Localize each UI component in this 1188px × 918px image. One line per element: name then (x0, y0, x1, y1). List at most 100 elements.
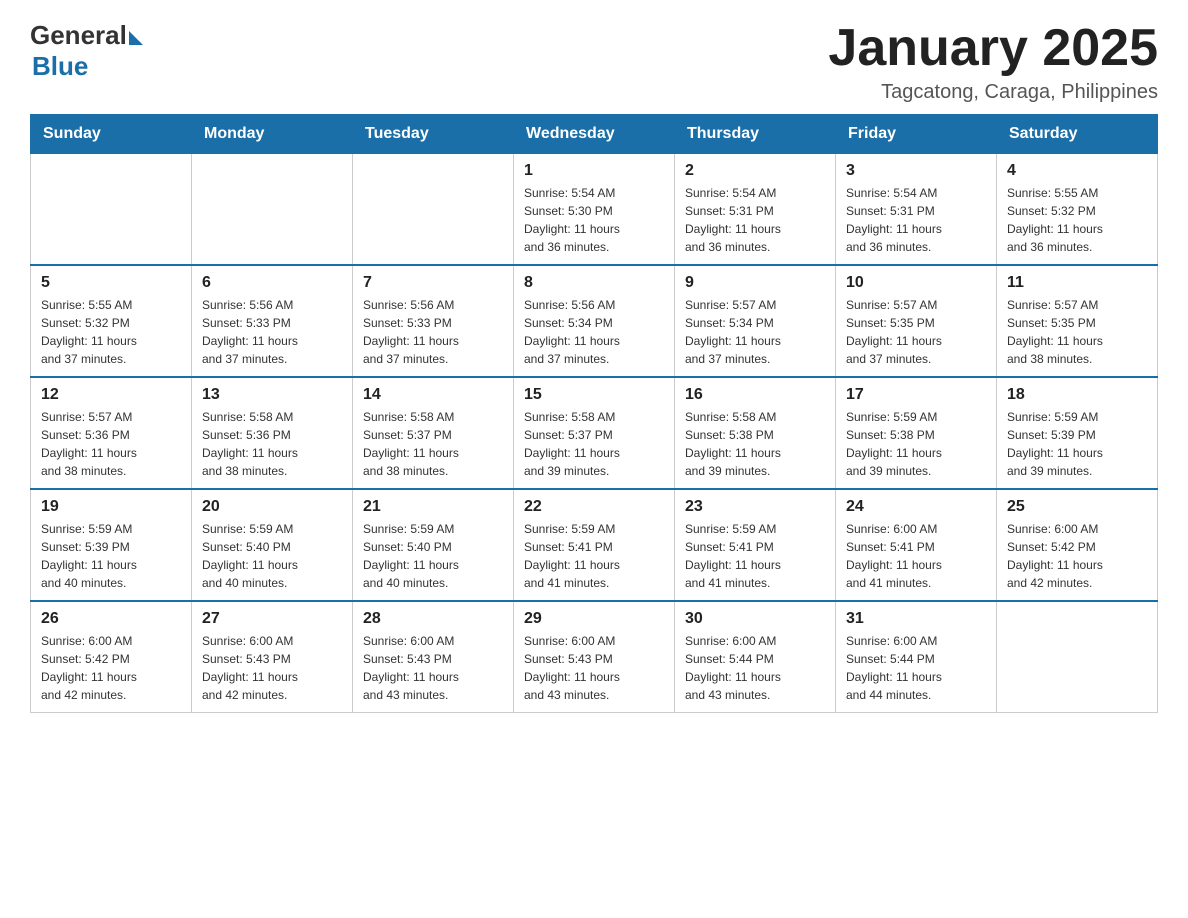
calendar-cell: 7Sunrise: 5:56 AM Sunset: 5:33 PM Daylig… (353, 265, 514, 377)
day-number: 17 (846, 386, 986, 404)
calendar-cell: 19 Sunrise: 5:59 AM Sunset: 5:39 PM Dayli… (31, 489, 192, 601)
day-number: 28 (363, 610, 503, 628)
day-info: Sunrise: 6:00 AM Sunset: 5:43 PM Dayligh… (524, 632, 664, 704)
day-info: Sunrise: 5:55 AM Sunset: 5:32 PM Dayligh… (41, 296, 181, 368)
day-info: Sunrise: 6:00 AM Sunset: 5:41 PM Dayligh… (846, 520, 986, 592)
day-number: 23 (685, 498, 825, 516)
calendar-day-header: Tuesday (353, 115, 514, 154)
day-info: Sunrise: 6:00 AM Sunset: 5:42 PM Dayligh… (1007, 520, 1147, 592)
day-info: Sunrise: 5:57 AM Sunset: 5:36 PM Dayligh… (41, 408, 181, 480)
calendar-cell: 11Sunrise: 5:57 AM Sunset: 5:35 PM Dayli… (997, 265, 1158, 377)
calendar-cell: 2 Sunrise: 5:54 AM Sunset: 5:31 PM Daylig… (675, 154, 836, 266)
calendar-week-row: 5 Sunrise: 5:55 AM Sunset: 5:32 PM Daylig… (31, 265, 1158, 377)
day-info: Sunrise: 5:58 AM Sunset: 5:36 PM Dayligh… (202, 408, 342, 480)
day-number: 26 (41, 610, 181, 628)
day-info: Sunrise: 5:56 AM Sunset: 5:33 PM Dayligh… (363, 296, 503, 368)
day-info: Sunrise: 5:54 AM Sunset: 5:31 PM Dayligh… (685, 184, 825, 256)
day-info: Sunrise: 5:58 AM Sunset: 5:37 PM Dayligh… (524, 408, 664, 480)
day-info: Sunrise: 5:59 AM Sunset: 5:40 PM Dayligh… (363, 520, 503, 592)
calendar-day-header: Friday (836, 115, 997, 154)
calendar-cell: 20 Sunrise: 5:59 AM Sunset: 5:40 PM Dayli… (192, 489, 353, 601)
day-info: Sunrise: 6:00 AM Sunset: 5:42 PM Dayligh… (41, 632, 181, 704)
calendar-cell: 18 Sunrise: 5:59 AM Sunset: 5:39 PM Dayli… (997, 377, 1158, 489)
calendar-cell: 21Sunrise: 5:59 AM Sunset: 5:40 PM Dayli… (353, 489, 514, 601)
day-number: 20 (202, 498, 342, 516)
day-info: Sunrise: 6:00 AM Sunset: 5:43 PM Dayligh… (202, 632, 342, 704)
calendar-day-header: Sunday (31, 115, 192, 154)
day-info: Sunrise: 5:56 AM Sunset: 5:34 PM Dayligh… (524, 296, 664, 368)
day-info: Sunrise: 5:54 AM Sunset: 5:30 PM Dayligh… (524, 184, 664, 256)
calendar-cell: 23 Sunrise: 5:59 AM Sunset: 5:41 PM Dayli… (675, 489, 836, 601)
calendar-week-row: 26 Sunrise: 6:00 AM Sunset: 5:42 PM Dayli… (31, 601, 1158, 713)
calendar-cell: 22 Sunrise: 5:59 AM Sunset: 5:41 PM Dayli… (514, 489, 675, 601)
calendar-cell: 4 Sunrise: 5:55 AM Sunset: 5:32 PM Daylig… (997, 154, 1158, 266)
day-number: 8 (524, 274, 664, 292)
calendar-cell: 12 Sunrise: 5:57 AM Sunset: 5:36 PM Dayli… (31, 377, 192, 489)
day-info: Sunrise: 5:59 AM Sunset: 5:41 PM Dayligh… (524, 520, 664, 592)
day-number: 18 (1007, 386, 1147, 404)
calendar-week-row: 19 Sunrise: 5:59 AM Sunset: 5:39 PM Dayli… (31, 489, 1158, 601)
logo-general: General (30, 20, 127, 51)
day-info: Sunrise: 5:58 AM Sunset: 5:38 PM Dayligh… (685, 408, 825, 480)
day-number: 19 (41, 498, 181, 516)
day-number: 24 (846, 498, 986, 516)
title-section: January 2025 Tagcatong, Caraga, Philippi… (828, 20, 1158, 104)
day-number: 12 (41, 386, 181, 404)
day-number: 27 (202, 610, 342, 628)
calendar-cell: 24 Sunrise: 6:00 AM Sunset: 5:41 PM Dayli… (836, 489, 997, 601)
page-header: General Blue January 2025 Tagcatong, Car… (30, 20, 1158, 104)
calendar-subtitle: Tagcatong, Caraga, Philippines (828, 81, 1158, 104)
calendar-cell: 8 Sunrise: 5:56 AM Sunset: 5:34 PM Daylig… (514, 265, 675, 377)
day-number: 13 (202, 386, 342, 404)
day-info: Sunrise: 5:58 AM Sunset: 5:37 PM Dayligh… (363, 408, 503, 480)
day-number: 16 (685, 386, 825, 404)
day-info: Sunrise: 5:55 AM Sunset: 5:32 PM Dayligh… (1007, 184, 1147, 256)
calendar-cell: 5 Sunrise: 5:55 AM Sunset: 5:32 PM Daylig… (31, 265, 192, 377)
day-number: 2 (685, 162, 825, 180)
logo-triangle-icon (129, 31, 143, 45)
day-info: Sunrise: 5:59 AM Sunset: 5:39 PM Dayligh… (1007, 408, 1147, 480)
calendar-cell: 1 Sunrise: 5:54 AM Sunset: 5:30 PM Daylig… (514, 154, 675, 266)
day-info: Sunrise: 5:59 AM Sunset: 5:41 PM Dayligh… (685, 520, 825, 592)
day-number: 22 (524, 498, 664, 516)
day-number: 14 (363, 386, 503, 404)
calendar-cell (31, 154, 192, 266)
day-info: Sunrise: 5:57 AM Sunset: 5:34 PM Dayligh… (685, 296, 825, 368)
calendar-week-row: 1 Sunrise: 5:54 AM Sunset: 5:30 PM Daylig… (31, 154, 1158, 266)
day-number: 30 (685, 610, 825, 628)
day-info: Sunrise: 5:54 AM Sunset: 5:31 PM Dayligh… (846, 184, 986, 256)
calendar-cell: 17 Sunrise: 5:59 AM Sunset: 5:38 PM Dayli… (836, 377, 997, 489)
day-number: 1 (524, 162, 664, 180)
day-number: 25 (1007, 498, 1147, 516)
day-info: Sunrise: 5:57 AM Sunset: 5:35 PM Dayligh… (1007, 296, 1147, 368)
calendar-cell: 13 Sunrise: 5:58 AM Sunset: 5:36 PM Dayli… (192, 377, 353, 489)
day-number: 6 (202, 274, 342, 292)
day-info: Sunrise: 6:00 AM Sunset: 5:44 PM Dayligh… (846, 632, 986, 704)
calendar-cell (353, 154, 514, 266)
day-number: 9 (685, 274, 825, 292)
day-number: 29 (524, 610, 664, 628)
calendar-cell: 30 Sunrise: 6:00 AM Sunset: 5:44 PM Dayli… (675, 601, 836, 713)
calendar-week-row: 12 Sunrise: 5:57 AM Sunset: 5:36 PM Dayli… (31, 377, 1158, 489)
day-info: Sunrise: 5:59 AM Sunset: 5:40 PM Dayligh… (202, 520, 342, 592)
calendar-header-row: SundayMondayTuesdayWednesdayThursdayFrid… (31, 115, 1158, 154)
day-number: 5 (41, 274, 181, 292)
day-info: Sunrise: 5:59 AM Sunset: 5:38 PM Dayligh… (846, 408, 986, 480)
calendar-day-header: Wednesday (514, 115, 675, 154)
day-info: Sunrise: 5:59 AM Sunset: 5:39 PM Dayligh… (41, 520, 181, 592)
day-info: Sunrise: 6:00 AM Sunset: 5:43 PM Dayligh… (363, 632, 503, 704)
day-number: 4 (1007, 162, 1147, 180)
calendar-table: SundayMondayTuesdayWednesdayThursdayFrid… (30, 114, 1158, 713)
calendar-cell: 27 Sunrise: 6:00 AM Sunset: 5:43 PM Dayli… (192, 601, 353, 713)
calendar-cell: 28 Sunrise: 6:00 AM Sunset: 5:43 PM Dayli… (353, 601, 514, 713)
calendar-cell: 26 Sunrise: 6:00 AM Sunset: 5:42 PM Dayli… (31, 601, 192, 713)
calendar-title: January 2025 (828, 20, 1158, 77)
day-info: Sunrise: 5:56 AM Sunset: 5:33 PM Dayligh… (202, 296, 342, 368)
day-number: 15 (524, 386, 664, 404)
day-number: 31 (846, 610, 986, 628)
day-number: 3 (846, 162, 986, 180)
calendar-cell: 16 Sunrise: 5:58 AM Sunset: 5:38 PM Dayli… (675, 377, 836, 489)
calendar-cell: 15 Sunrise: 5:58 AM Sunset: 5:37 PM Dayli… (514, 377, 675, 489)
calendar-day-header: Monday (192, 115, 353, 154)
day-info: Sunrise: 6:00 AM Sunset: 5:44 PM Dayligh… (685, 632, 825, 704)
